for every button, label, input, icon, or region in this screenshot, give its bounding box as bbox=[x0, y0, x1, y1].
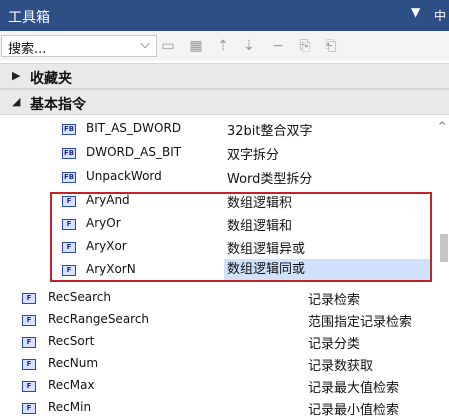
item-desc: 数组逻辑积 bbox=[227, 196, 293, 211]
function-icon: F bbox=[22, 293, 36, 304]
list-item[interactable]: F RecNum 记录数获取 bbox=[22, 353, 442, 375]
function-icon: F bbox=[62, 242, 76, 253]
search-input-text: 搜索... bbox=[8, 42, 47, 57]
function-icon: F bbox=[22, 315, 36, 326]
item-desc: 记录分类 bbox=[308, 337, 361, 352]
item-name: RecSort bbox=[48, 334, 95, 348]
item-name: RecRangeSearch bbox=[48, 312, 150, 326]
item-desc: 数组逻辑和 bbox=[227, 219, 293, 234]
scroll-up-icon[interactable]: ^ bbox=[438, 121, 446, 132]
list-item[interactable]: F RecRangeSearch 范围指定记录检索 bbox=[22, 309, 442, 331]
list-item[interactable]: FB DWORD_AS_BIT 双字拆分 bbox=[58, 142, 438, 164]
function-icon: F bbox=[22, 337, 36, 348]
function-icon: F bbox=[22, 359, 36, 370]
list-item[interactable]: F RecMax 记录最大值检索 bbox=[22, 375, 442, 397]
list-item-selected[interactable]: F AryXorN 数组逻辑同或 bbox=[58, 259, 438, 281]
item-desc: Word类型拆分 bbox=[227, 172, 313, 187]
function-block-icon: FB bbox=[62, 148, 76, 159]
item-desc: 记录最小值检索 bbox=[308, 403, 400, 418]
pin-icon[interactable]: 中 bbox=[434, 7, 446, 24]
item-name: RecSearch bbox=[48, 290, 112, 304]
search-toolbar: 搜索... ⌵ ▭ ▦ ⇡ ⇣ − ⎘ ⎗ bbox=[0, 31, 449, 61]
remove-icon[interactable]: − bbox=[269, 37, 287, 55]
move-down-icon[interactable]: ⇣ bbox=[240, 37, 258, 55]
section-label: 收藏夹 bbox=[30, 71, 72, 87]
list-item[interactable]: F AryXor 数组逻辑异或 bbox=[58, 236, 438, 258]
list-item[interactable]: F AryOr 数组逻辑和 bbox=[58, 213, 438, 235]
function-icon: F bbox=[22, 403, 36, 414]
chevron-down-icon[interactable]: ⌵ bbox=[140, 37, 150, 52]
function-icon: F bbox=[62, 196, 76, 207]
move-up-icon[interactable]: ⇡ bbox=[214, 37, 232, 55]
scrollbar-thumb[interactable] bbox=[440, 234, 448, 262]
item-name: UnpackWord bbox=[86, 169, 162, 183]
item-desc: 记录检索 bbox=[308, 293, 361, 308]
function-block-icon: FB bbox=[62, 124, 76, 135]
item-name: AryOr bbox=[86, 216, 121, 230]
item-desc: 记录数获取 bbox=[308, 359, 374, 374]
item-name: RecMax bbox=[48, 378, 95, 392]
folder-icon[interactable]: ▭ bbox=[159, 37, 177, 55]
item-name: AryAnd bbox=[86, 193, 130, 207]
import-icon[interactable]: ⎘ bbox=[296, 37, 314, 55]
list-item[interactable]: F RecSort 记录分类 bbox=[22, 331, 442, 353]
expand-arrow-icon[interactable]: ▶ bbox=[12, 69, 20, 82]
item-name: RecMin bbox=[48, 400, 92, 414]
function-icon: F bbox=[22, 381, 36, 392]
item-name: RecNum bbox=[48, 356, 99, 370]
item-desc: 记录最大值检索 bbox=[308, 381, 400, 396]
item-desc: 范围指定记录检索 bbox=[308, 315, 413, 330]
export-icon[interactable]: ⎗ bbox=[322, 37, 340, 55]
list-item[interactable]: FB BIT_AS_DWORD 32bit整合双字 bbox=[58, 118, 438, 140]
dropdown-icon[interactable]: ▼ bbox=[411, 5, 420, 19]
item-desc: 32bit整合双字 bbox=[227, 124, 313, 139]
list-item[interactable]: F RecMin 记录最小值检索 bbox=[22, 397, 442, 419]
item-name: DWORD_AS_BIT bbox=[86, 145, 182, 159]
function-block-icon: FB bbox=[62, 172, 76, 183]
item-name: AryXorN bbox=[86, 262, 136, 276]
list-item[interactable]: F AryAnd 数组逻辑积 bbox=[58, 190, 438, 212]
toolbox-title: 工具箱 bbox=[8, 10, 50, 26]
item-desc: 数组逻辑异或 bbox=[227, 242, 306, 257]
toolbox-titlebar: 工具箱 ▼ 中 bbox=[0, 0, 449, 31]
section-label: 基本指令 bbox=[30, 97, 86, 113]
item-desc: 数组逻辑同或 bbox=[224, 259, 432, 281]
new-folder-icon[interactable]: ▦ bbox=[187, 37, 205, 55]
lower-list-panel: F RecSearch 记录检索 F RecRangeSearch 范围指定记录… bbox=[0, 285, 449, 418]
list-item[interactable]: F RecSearch 记录检索 bbox=[22, 287, 442, 309]
section-favorites[interactable]: ▶ 收藏夹 bbox=[0, 63, 449, 89]
item-desc: 双字拆分 bbox=[227, 148, 280, 163]
section-basic-instructions[interactable]: ◢ 基本指令 bbox=[0, 89, 449, 115]
function-icon: F bbox=[62, 265, 76, 276]
list-item[interactable]: FB UnpackWord Word类型拆分 bbox=[58, 166, 438, 188]
search-input[interactable]: 搜索... ⌵ bbox=[1, 35, 157, 57]
collapse-arrow-icon[interactable]: ◢ bbox=[12, 95, 20, 108]
item-name: BIT_AS_DWORD bbox=[86, 121, 182, 135]
function-icon: F bbox=[62, 219, 76, 230]
item-name: AryXor bbox=[86, 239, 127, 253]
